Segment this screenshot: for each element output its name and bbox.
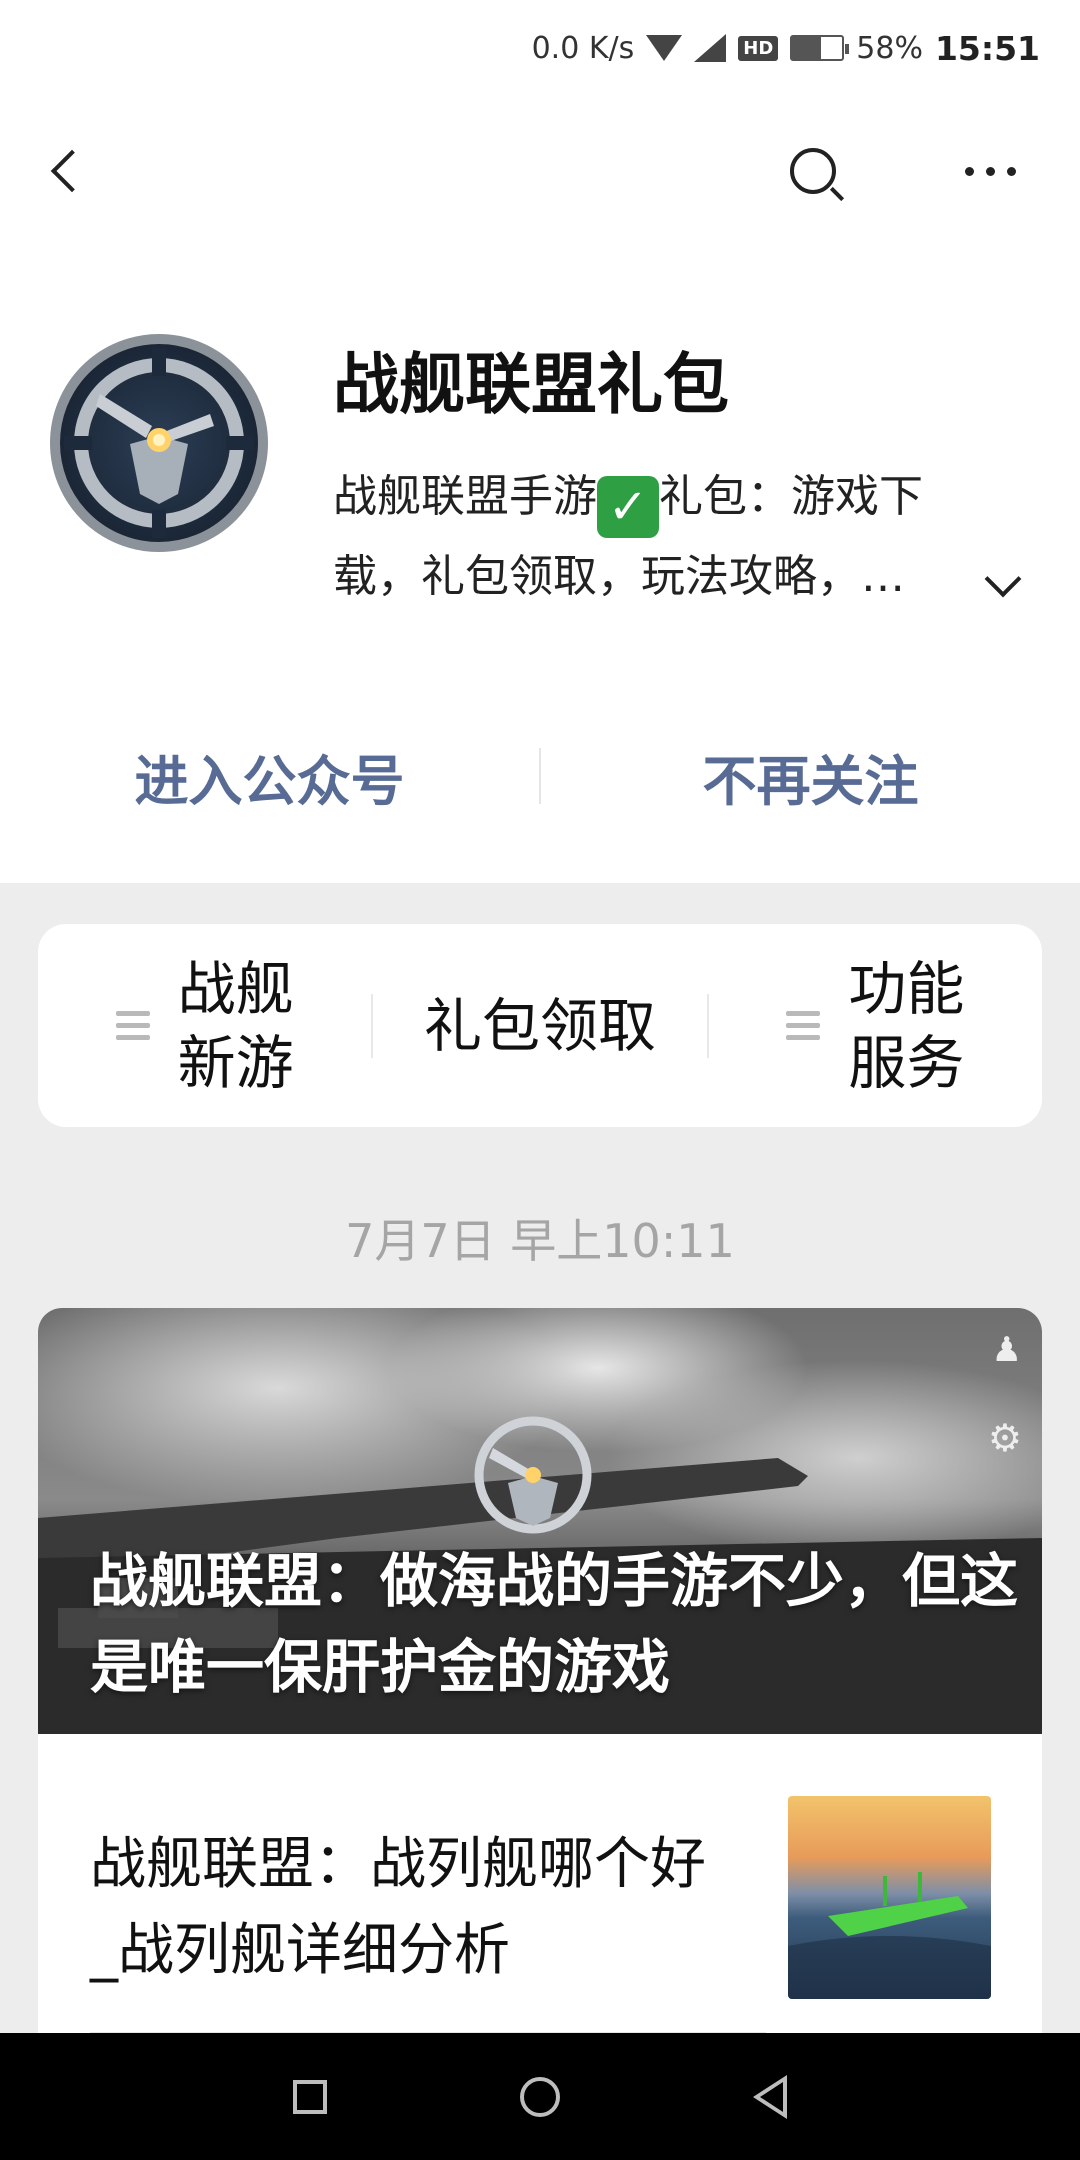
- profile-actions: 进入公众号 不再关注: [0, 716, 1080, 836]
- menu-label-line: 服务: [848, 1028, 965, 1097]
- net-speed: 0.0 K/s: [531, 30, 635, 66]
- status-bar: 0.0 K/s HD 58% 15:51: [0, 0, 1080, 96]
- description-part1: 战舰联盟手游: [333, 471, 597, 522]
- user-icon: ♟: [991, 1330, 1022, 1370]
- system-navigation-bar: [0, 2033, 1080, 2160]
- page: 0.0 K/s HD 58% 15:51 战舰联盟礼包 战舰联盟手游 ✓ 礼包：…: [0, 0, 1080, 2160]
- recent-apps-button[interactable]: [195, 2033, 425, 2160]
- account-avatar[interactable]: [50, 334, 268, 552]
- message-timestamp: 7月7日 早上10:11: [345, 1214, 735, 1268]
- menu-label: 功能 服务: [848, 952, 964, 1100]
- menu-label: 战舰 新游: [178, 952, 294, 1100]
- back-icon: [50, 149, 94, 193]
- search-icon: [790, 148, 836, 194]
- account-profile: 战舰联盟礼包 战舰联盟手游 ✓ 礼包：游戏下载，礼包领取，玩法攻略，… 进入公众号 …: [0, 246, 1080, 883]
- gear-icon: ⚙: [987, 1416, 1022, 1460]
- article-list-item[interactable]: 战舰联盟：战列舰哪个好_战列舰详细分析: [38, 1734, 1042, 2048]
- search-button[interactable]: [758, 96, 868, 246]
- check-icon: ✓: [597, 476, 659, 538]
- unfollow-button[interactable]: 不再关注: [541, 737, 1080, 816]
- more-icon: [964, 166, 1016, 176]
- enter-account-button[interactable]: 进入公众号: [0, 737, 539, 816]
- article-hero[interactable]: ♟ ⚙ 战舰联盟：做海战的手游不少，但这是唯一保肝护金的游戏: [38, 1308, 1042, 1734]
- article-item-title: 战舰联盟：战列舰哪个好_战列舰详细分析: [90, 1832, 706, 1983]
- battery-percent: 58%: [856, 30, 923, 66]
- system-back-button[interactable]: [655, 2033, 885, 2160]
- menu-label-line: 新游: [177, 1028, 294, 1097]
- crosshair-logo-icon: [64, 348, 254, 538]
- battery-icon: [790, 35, 850, 61]
- article-hero-title: 战舰联盟：做海战的手游不少，但这是唯一保肝护金的游戏: [90, 1547, 1019, 1701]
- menu-item-gift-claim[interactable]: 礼包领取: [373, 924, 706, 1127]
- signal-icon: [694, 34, 727, 62]
- menu-label: 礼包领取: [423, 991, 656, 1060]
- clock: 15:51: [934, 28, 1040, 68]
- menu-item-new-games[interactable]: 战舰 新游: [38, 924, 371, 1127]
- wifi-icon: [646, 35, 683, 61]
- menu-label-line: 功能: [848, 954, 965, 1023]
- ship-thumbnail-image: [788, 1872, 991, 1999]
- menu-item-services[interactable]: 功能 服务: [709, 924, 1042, 1127]
- back-button[interactable]: [10, 96, 120, 246]
- home-icon: [520, 2076, 560, 2117]
- hd-icon: HD: [738, 35, 779, 61]
- article-card: ♟ ⚙ 战舰联盟：做海战的手游不少，但这是唯一保肝护金的游戏 战舰联盟：战列舰哪…: [38, 1308, 1042, 2048]
- account-name: 战舰联盟礼包: [333, 346, 729, 423]
- account-description: 战舰联盟手游 ✓ 礼包：游戏下载，礼包领取，玩法攻略，…: [333, 458, 993, 616]
- recent-apps-icon: [293, 2079, 327, 2114]
- nav-bar: [0, 96, 1080, 246]
- back-nav-icon: [753, 2074, 787, 2119]
- submenu-icon: [115, 1011, 150, 1040]
- account-menu: 战舰 新游 礼包领取 功能 服务: [38, 924, 1042, 1127]
- home-button[interactable]: [425, 2033, 655, 2160]
- menu-label-line: 战舰: [177, 954, 294, 1023]
- article-thumbnail: [788, 1796, 991, 1999]
- submenu-icon: [786, 1011, 821, 1040]
- more-button[interactable]: [935, 96, 1045, 246]
